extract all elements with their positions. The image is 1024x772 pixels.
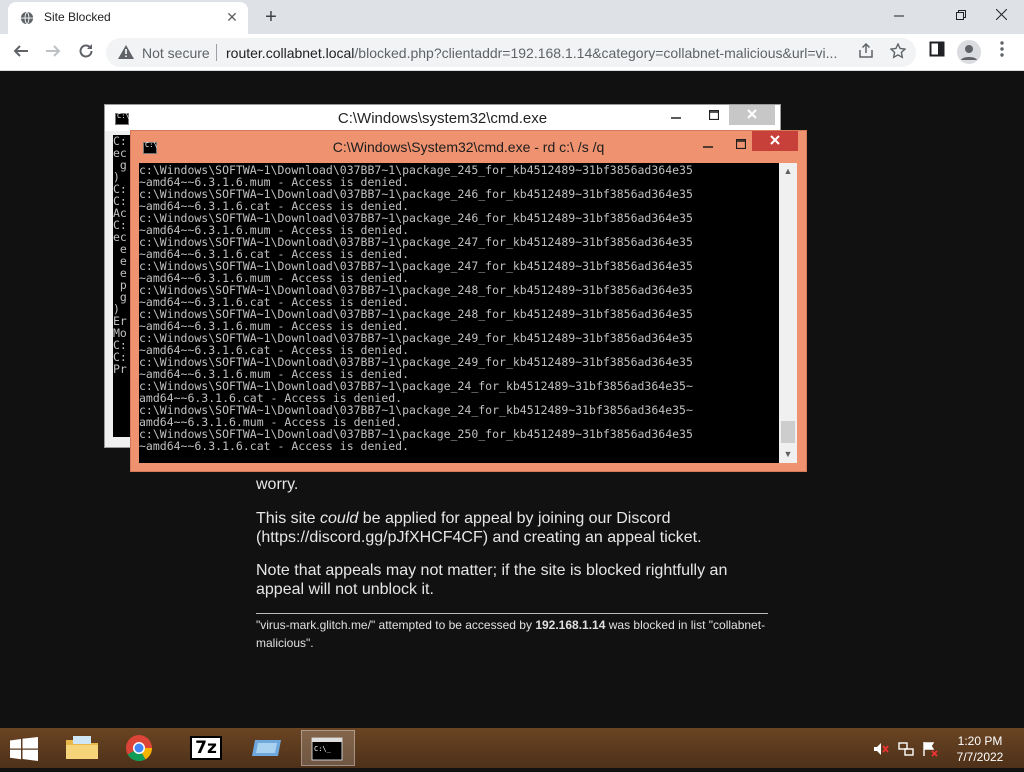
cmd-front-minimize-icon[interactable] — [694, 133, 722, 155]
scroll-thumb[interactable] — [781, 421, 795, 443]
system-clock[interactable]: 1:20 PM 7/7/2022 — [950, 733, 1010, 765]
taskbar: 7z C:\_ 1:20 PM 7/7/2022 — [0, 728, 1024, 768]
minimize-icon[interactable] — [876, 0, 922, 30]
block-details-start: "virus-mark.glitch.me/" attempted to be … — [256, 618, 536, 632]
cmd-back-close-icon[interactable] — [729, 105, 775, 125]
appeal-text-emphasis: could — [320, 510, 359, 527]
forward-icon[interactable] — [40, 40, 66, 66]
not-secure-label[interactable]: Not secure — [142, 45, 210, 61]
back-icon[interactable] — [8, 40, 34, 66]
clock-date: 7/7/2022 — [956, 750, 1004, 764]
share-icon[interactable] — [856, 42, 876, 63]
7zip-icon[interactable]: 7z — [180, 730, 234, 766]
file-explorer-icon[interactable] — [55, 730, 109, 766]
console-line: ~amd64~~6.3.1.6.cat - Access is denied. — [139, 439, 410, 453]
cmd-front-maximize-icon[interactable] — [727, 133, 755, 155]
scroll-down-icon[interactable]: ▼ — [779, 446, 797, 463]
close-window-icon[interactable] — [978, 0, 1024, 30]
cmd-back-maximize-icon[interactable] — [701, 105, 727, 127]
block-details: "virus-mark.glitch.me/" attempted to be … — [256, 616, 776, 652]
browser-toolbar: Not secure router.collabnet.local/blocke… — [0, 34, 1024, 71]
network-icon[interactable] — [898, 741, 914, 757]
cmd-back-titlebar[interactable]: C:\ C:\Windows\system32\cmd.exe — [105, 105, 780, 131]
windows-start-icon[interactable] — [10, 737, 38, 761]
star-icon[interactable] — [888, 42, 908, 63]
url-path: /blocked.php?clientaddr=192.168.1.14&cat… — [354, 45, 838, 61]
divider — [256, 613, 768, 614]
volume-muted-icon[interactable] — [873, 741, 889, 757]
profile-icon[interactable] — [957, 40, 981, 64]
cmd-front-console[interactable]: c:\Windows\SOFTWA~1\Download\037BB7~1\pa… — [139, 163, 779, 463]
tab-site-blocked[interactable]: Site Blocked ✕ — [8, 2, 248, 34]
url-text[interactable]: router.collabnet.local/blocked.php?clien… — [226, 45, 846, 61]
cmd-back-minimize-icon[interactable] — [663, 105, 689, 127]
globe-icon — [20, 11, 34, 25]
cmd-front-scrollbar[interactable]: ▲ ▼ — [779, 163, 797, 463]
tab-close-icon[interactable]: ✕ — [222, 7, 242, 27]
warning-icon[interactable] — [118, 45, 134, 59]
client-ip: 192.168.1.14 — [535, 618, 606, 632]
control-panel-icon[interactable] — [240, 730, 294, 766]
url-host: router.collabnet.local — [226, 45, 355, 61]
7zip-label: 7z — [190, 736, 222, 760]
chrome-icon[interactable] — [112, 730, 166, 766]
tab-strip: Site Blocked ✕ + — [0, 0, 1024, 34]
svg-text:C:\_: C:\_ — [314, 745, 332, 753]
action-center-flag-icon[interactable] — [922, 741, 938, 757]
address-bar[interactable]: Not secure router.collabnet.local/blocke… — [106, 38, 916, 67]
clock-time: 1:20 PM — [957, 734, 1003, 748]
omnibox-divider — [216, 44, 217, 61]
scroll-up-icon[interactable]: ▲ — [779, 163, 797, 180]
command-prompt-icon[interactable]: C:\_ — [301, 730, 355, 766]
appeal-text-start: This site — [256, 510, 321, 527]
appeal-note: Note that appeals may not matter; if the… — [256, 562, 728, 598]
new-tab-button[interactable]: + — [258, 4, 284, 30]
reload-icon[interactable] — [73, 40, 99, 66]
menu-icon[interactable] — [990, 41, 1014, 65]
cmd-window-front[interactable]: C:\ C:\Windows\System32\cmd.exe - rd c:\… — [130, 130, 807, 472]
appeal-paragraph: This site could be applied for appeal by… — [256, 509, 776, 547]
page-text-worry: worry. — [256, 476, 299, 493]
cmd-front-close-icon[interactable] — [752, 131, 798, 151]
tab-title: Site Blocked — [44, 10, 111, 24]
sidepanel-icon[interactable] — [925, 41, 949, 65]
